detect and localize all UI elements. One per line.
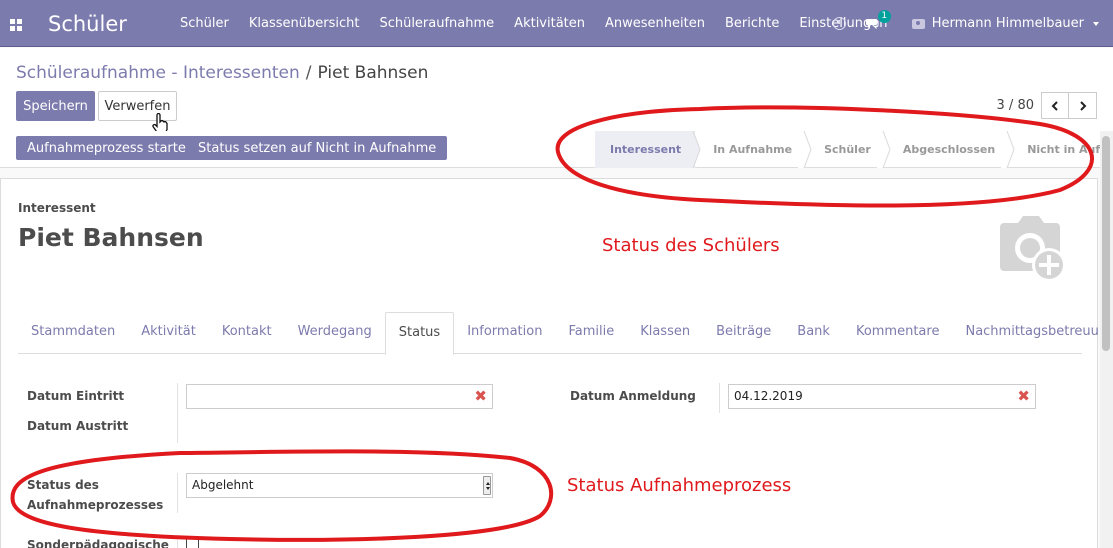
chat-count-badge: 1 (877, 10, 891, 23)
scrollbar-thumb[interactable] (1102, 136, 1110, 351)
user-menu[interactable]: Hermann Himmelbauer (911, 16, 1099, 31)
sonderpaedagogische-label: Sonderpädagogische (27, 538, 169, 548)
tab-kontakt[interactable]: Kontakt (209, 312, 285, 354)
datum-austritt-label: Datum Austritt (27, 419, 129, 433)
stage-schueler[interactable]: Schüler (806, 131, 891, 168)
record-title: Piet Bahnsen (18, 223, 204, 252)
annotation-status-aufnahme: Status Aufnahmeprozess (567, 475, 792, 496)
pager-counter: 3 / 80 (996, 98, 1034, 113)
stage-label: Schüler (824, 143, 871, 156)
stage-arrow-icon (876, 131, 891, 168)
field-divider (177, 383, 178, 443)
status-aufnahmeprozess-label: Status des Aufnahmeprozesses (27, 475, 163, 515)
status-aufnahmeprozess-select[interactable]: Abgelehnt (186, 473, 493, 498)
status-label-line1: Status des (27, 478, 99, 492)
start-admission-process-button[interactable]: Aufnahmeprozess starten (16, 136, 206, 160)
status-label-line2: Aufnahmeprozesses (27, 498, 164, 512)
tab-bank[interactable]: Bank (784, 312, 843, 354)
form-statusbar: Aufnahmeprozess starten Status setzen au… (0, 131, 1113, 168)
app-brand: Schüler (48, 12, 127, 36)
breadcrumb: Schüleraufnahme - Interessenten / Piet Bah… (16, 63, 428, 83)
form-tabs: Stammdaten Aktivität Kontakt Werdegang S… (18, 312, 1113, 355)
field-divider (177, 473, 178, 513)
status-select-value: Abgelehnt (192, 478, 254, 492)
sonderpaedagogische-checkbox[interactable] (186, 537, 199, 548)
tab-stammdaten[interactable]: Stammdaten (18, 312, 128, 354)
clear-date-icon[interactable]: ✖ (1017, 388, 1030, 405)
menu-item-berichte[interactable]: Berichte (715, 16, 789, 31)
tab-information[interactable]: Information (454, 312, 555, 354)
datum-eintritt-input[interactable]: ✖ (186, 384, 493, 409)
tab-beitraege[interactable]: Beiträge (703, 312, 784, 354)
stage-arrow-icon (1001, 131, 1015, 168)
record-type-label: Interessent (18, 201, 96, 215)
form-sheet: Interessent Piet Bahnsen Stammdaten Akti… (0, 178, 1113, 548)
save-button[interactable]: Speichern (16, 91, 95, 121)
stage-abgeschlossen[interactable]: Abgeschlossen (885, 131, 1015, 168)
tab-aktivitaet[interactable]: Aktivität (128, 312, 209, 354)
stage-label: Abgeschlossen (902, 143, 996, 156)
breadcrumb-current: Piet Bahnsen (317, 63, 429, 83)
breadcrumb-separator: / (305, 63, 312, 83)
datum-eintritt-label: Datum Eintritt (27, 389, 125, 403)
stage-label: In Aufnahme (713, 143, 793, 156)
navbar-systray: 1 Hermann Himmelbauer (832, 0, 1113, 47)
user-avatar-camera-icon (911, 18, 925, 29)
menu-item-schueler[interactable]: Schüler (170, 16, 239, 31)
datum-anmeldung-value: 04.12.2019 (734, 389, 803, 403)
datum-anmeldung-input[interactable]: 04.12.2019 ✖ (728, 384, 1036, 409)
top-navbar: Schüler Schüler Klassenübersicht Schüler… (0, 0, 1113, 47)
stage-nicht-in-aufnahme[interactable]: Nicht in Aufnahme (1009, 131, 1113, 168)
stage-arrow-icon (687, 131, 701, 168)
caret-down-icon (1093, 21, 1099, 26)
chevron-right-icon (1079, 100, 1086, 111)
tab-status[interactable]: Status (384, 312, 455, 355)
stage-label: Interessent (610, 143, 682, 156)
chat-icon[interactable]: 1 (865, 10, 891, 29)
tab-klassen[interactable]: Klassen (627, 312, 703, 354)
apps-menu-icon[interactable] (10, 19, 22, 31)
tab-nachmittagsbetreuung[interactable]: Nachmittagsbetreuung (952, 312, 1113, 354)
menu-item-anwesenheiten[interactable]: Anwesenheiten (595, 16, 715, 31)
pager-previous-button[interactable] (1041, 92, 1069, 119)
datum-anmeldung-label: Datum Anmeldung (570, 389, 696, 403)
breadcrumb-parent-link[interactable]: Schüleraufnahme - Interessenten (16, 63, 300, 83)
stage-pipeline: Interessent In Aufnahme Schüler Abgeschl… (595, 131, 1113, 168)
annotation-status-schueler: Status des Schülers (602, 235, 780, 256)
stage-arrow-icon (798, 131, 812, 168)
add-photo-camera-icon[interactable] (988, 215, 1072, 287)
field-divider (177, 535, 178, 548)
menu-item-klassenuebersicht[interactable]: Klassenübersicht (239, 16, 370, 31)
page-scrollbar[interactable] (1100, 131, 1113, 548)
select-spinner-icon[interactable] (483, 476, 491, 495)
field-divider (719, 383, 720, 413)
set-status-not-in-admission-button[interactable]: Status setzen auf Nicht in Aufnahme (187, 136, 448, 160)
tab-familie[interactable]: Familie (555, 312, 627, 354)
main-menu: Schüler Klassenübersicht Schüleraufnahme… (170, 0, 897, 47)
activity-clock-icon[interactable] (832, 17, 846, 30)
stage-in-aufnahme[interactable]: In Aufnahme (695, 131, 812, 168)
chevron-left-icon (1051, 100, 1058, 111)
user-name: Hermann Himmelbauer (931, 16, 1084, 31)
record-pager: 3 / 80 (997, 92, 1097, 119)
pager-next-button[interactable] (1069, 92, 1097, 119)
menu-item-aktivitaeten[interactable]: Aktivitäten (504, 16, 595, 31)
tab-kommentare[interactable]: Kommentare (843, 312, 953, 354)
menu-item-schueleraufnahme[interactable]: Schüleraufnahme (369, 16, 504, 31)
stage-interessent[interactable]: Interessent (595, 131, 701, 168)
tab-werdegang[interactable]: Werdegang (285, 312, 385, 354)
clear-date-icon[interactable]: ✖ (474, 388, 487, 405)
